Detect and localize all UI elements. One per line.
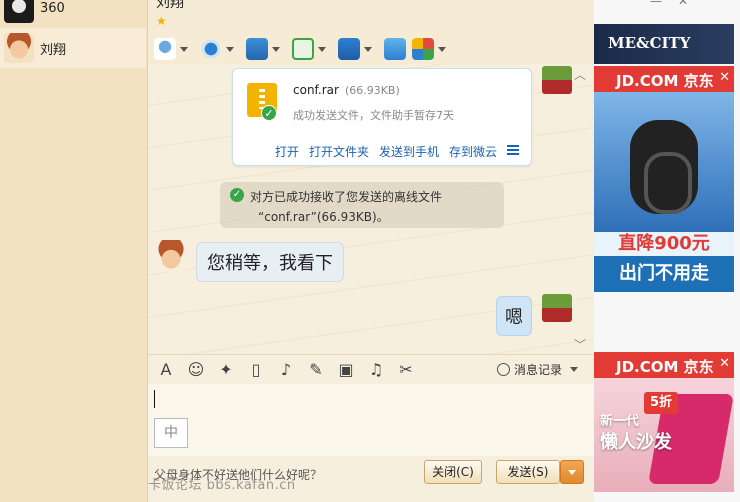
send-to-phone-link[interactable]: 发送到手机 [379,143,439,160]
message-bubble-outgoing: 嗯 [496,296,532,336]
ad-mecity[interactable]: ME&CITY [594,24,734,64]
remote-assist-button[interactable] [384,37,406,61]
screen-share-button[interactable] [338,37,378,61]
close-icon[interactable]: ✕ [719,356,730,371]
voice-icon [154,38,176,60]
close-button[interactable]: 关闭(C) [424,460,482,484]
ad-product-image [594,92,734,232]
ad-line1: 新一代 [600,414,640,429]
send-options-button[interactable] [560,460,584,484]
ad-brand: JD.COM 京东 [616,72,714,90]
notice-line1: 对方已成功接收了您发送的离线文件 [250,190,443,204]
emoji-icon[interactable]: ☺ [186,360,206,379]
ad-slogan: 出门不用走 [594,256,734,292]
ime-indicator[interactable]: 中 [154,418,188,448]
screenshot-icon[interactable]: ✂ [396,360,416,379]
clock-icon [496,363,510,376]
ad-jd-sofa[interactable]: JD.COM 京东 ✕ 5折 新一代 懒人沙发 [594,352,734,492]
voice-msg-icon[interactable]: ♪ [276,360,296,379]
discount-badge: 5折 [644,392,678,414]
shake-icon[interactable]: ▯ [246,360,266,379]
file-open-link[interactable]: 打开 [275,143,299,160]
window-controls: — ✕ [650,0,688,8]
text-cursor [154,390,155,408]
image-icon[interactable]: ▣ [336,360,356,379]
screen-share-icon [338,38,360,60]
magic-icon[interactable]: ✦ [216,360,236,379]
check-icon: ✓ [230,188,244,202]
close-icon[interactable]: ✕ [678,0,688,8]
music-icon[interactable]: ♫ [366,360,386,379]
collapse-up-icon[interactable]: ︿ [574,66,586,83]
chat-title: 刘翔 [156,0,184,11]
message-history-button[interactable]: 消息记录 [496,361,584,378]
file-card: ✓ conf.rar (66.93KB) 成功发送文件，文件助手暂存7天 打开 打… [232,68,532,166]
success-check-icon: ✓ [261,105,277,121]
more-menu-icon[interactable] [507,145,519,155]
message-input[interactable]: 中 [148,384,594,456]
file-open-folder-link[interactable]: 打开文件夹 [309,143,369,160]
avatar [4,0,34,23]
file-name: conf.rar (66.93KB) [293,83,400,97]
chat-window: 刘翔 ★ ︿ ✓ conf.rar (66.93KB) 成功发送文件，文件助手暂… [148,0,594,502]
chevron-down-icon [570,367,578,372]
edit-icon[interactable]: ✎ [306,360,326,379]
group-add-icon [292,38,314,60]
self-avatar[interactable] [542,294,572,322]
input-toolbar: A ☺ ✦ ▯ ♪ ✎ ▣ ♫ ✂ 消息记录 [148,354,594,384]
contact-name: 刘翔 [40,42,67,58]
video-icon [200,38,222,60]
ad-line2: 懒人沙发 [600,432,672,453]
ad-brand: JD.COM 京东 [616,358,714,376]
close-icon[interactable]: ✕ [719,70,730,85]
save-to-weiyun-link[interactable]: 存到微云 [449,143,497,160]
notice-line2: “conf.rar”(66.93KB)。 [258,210,389,224]
apps-button[interactable] [412,37,452,61]
file-actions: 打开 打开文件夹 发送到手机 存到微云 [275,143,497,160]
unicycle-shape [630,120,698,214]
file-size: (66.93KB) [344,84,400,97]
ad-panel: ME&CITY JD.COM 京东 ✕ 直降900元 出门不用走 JD.COM … [594,0,740,502]
contact-sidebar: 360 刘翔 [0,0,148,502]
group-add-button[interactable] [292,37,332,61]
font-icon[interactable]: A [156,360,176,379]
watermark: 卡饭论坛 bbs.kafan.cn [148,478,296,493]
self-avatar [542,66,572,94]
send-button[interactable]: 发送(S) [496,460,560,484]
contact-avatar[interactable] [156,240,186,272]
collapse-down-icon[interactable]: ﹀ [574,336,586,353]
avatar [4,33,34,63]
apps-icon [412,38,434,60]
voice-call-button[interactable] [154,37,194,61]
ad-product-image: 5折 新一代 懒人沙发 [594,378,734,492]
ad-jd-unicycle[interactable]: JD.COM 京东 ✕ 直降900元 出门不用走 [594,66,734,292]
contact-item-liuxiang[interactable]: 刘翔 [0,28,146,68]
ad-price: 直降900元 [594,232,734,256]
message-bubble-incoming: 您稍等，我看下 [196,242,344,282]
history-label: 消息记录 [513,363,562,377]
file-status: 成功发送文件，文件助手暂存7天 [293,109,454,122]
file-transfer-button[interactable] [246,37,286,61]
message-area[interactable]: ︿ ✓ conf.rar (66.93KB) 成功发送文件，文件助手暂存7天 打开… [148,64,594,354]
minimize-icon[interactable]: — [650,0,662,8]
video-call-button[interactable] [200,37,240,61]
star-icon: ★ [156,14,167,28]
remote-assist-icon [384,38,406,60]
file-received-notice: ✓ 对方已成功接收了您发送的离线文件 “conf.rar”(66.93KB)。 [220,182,504,228]
chevron-down-icon [568,470,576,475]
file-transfer-icon [246,38,268,60]
contact-item-360[interactable]: 360 [0,0,146,28]
contact-name: 360 [40,0,65,16]
chat-toolbar [154,36,452,62]
